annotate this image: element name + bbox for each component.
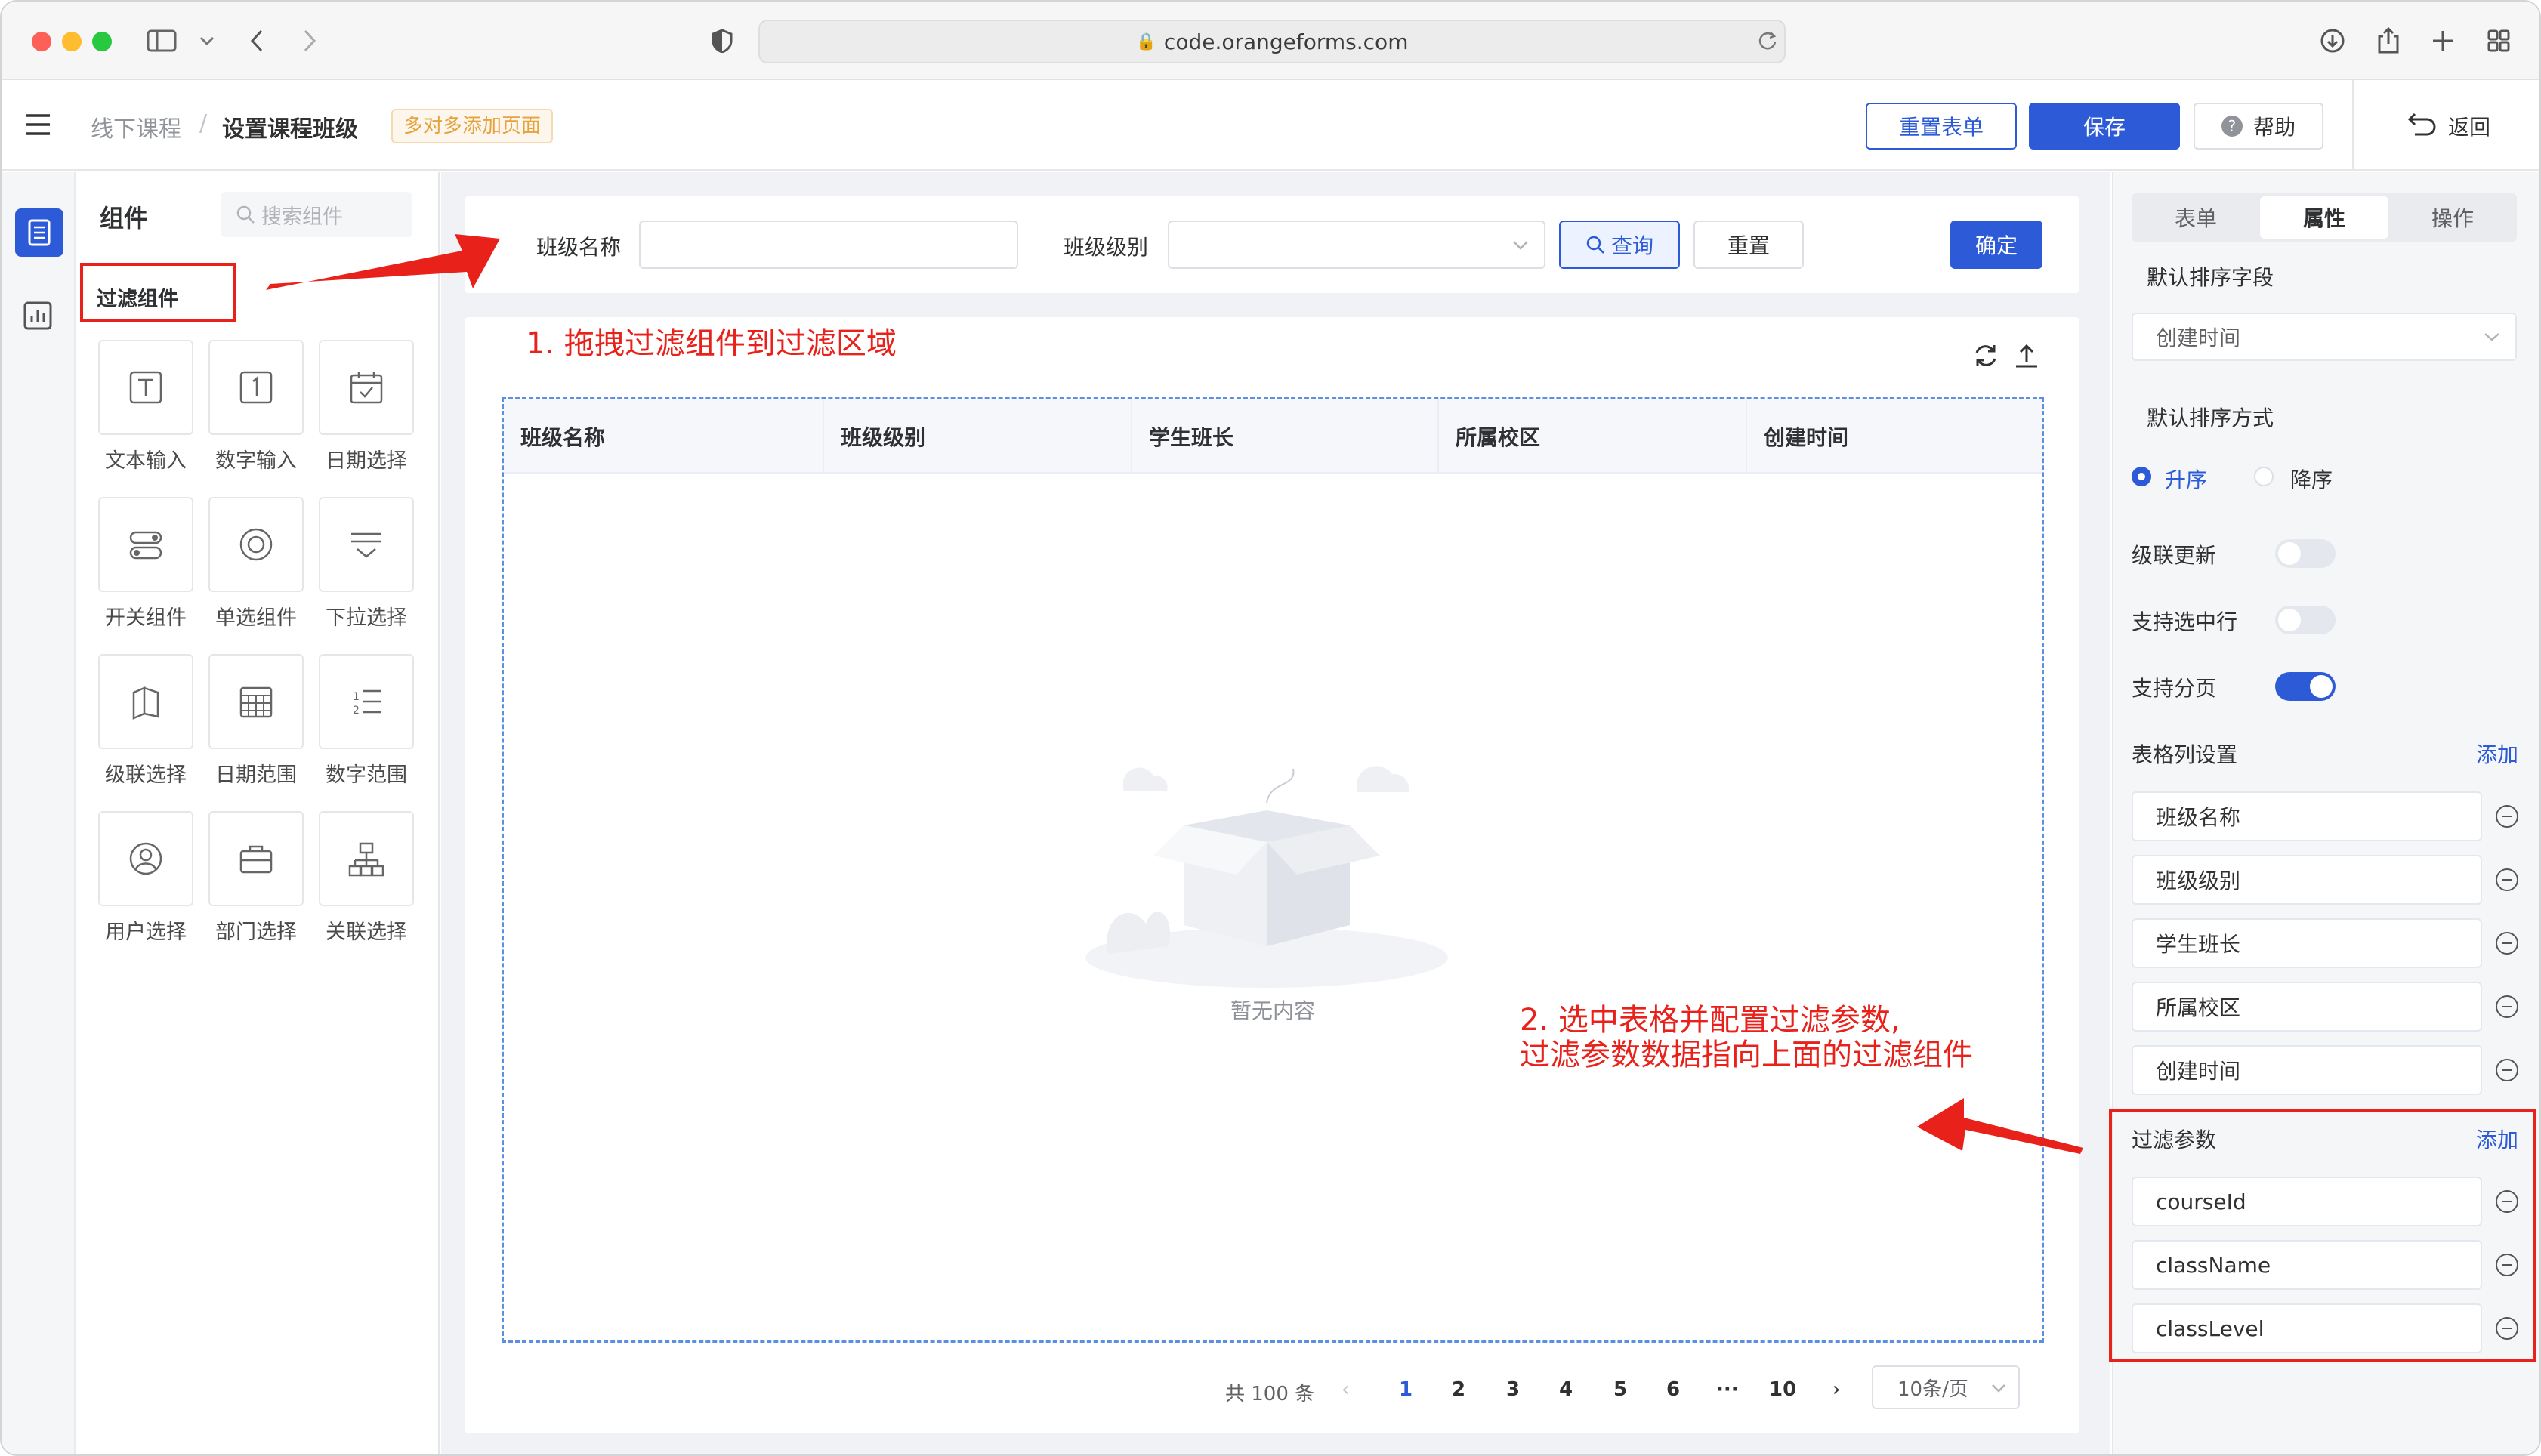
- annotation-arrows: [266, 234, 2083, 1154]
- arrow-to-table: [1917, 1098, 2083, 1154]
- arrow-to-filter-bar: [266, 234, 500, 290]
- browser-window: 🔒 code.orangeforms.com 线下课程 / 设置课程班级 多对多…: [0, 0, 2541, 1456]
